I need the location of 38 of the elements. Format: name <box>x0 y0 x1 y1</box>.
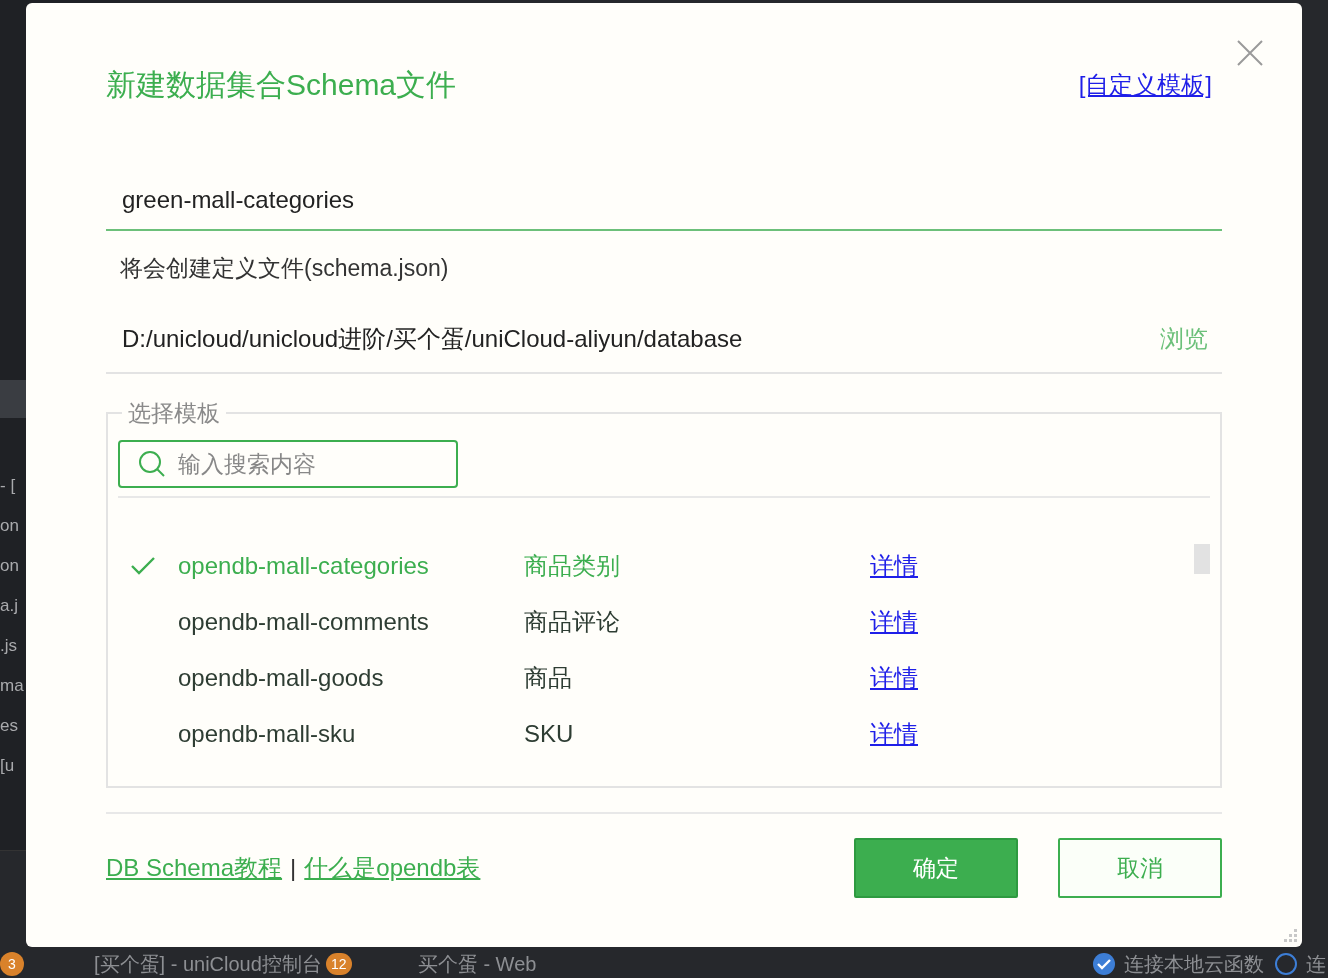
option-label: 连 <box>1306 951 1326 977</box>
template-name[interactable]: opendb-mall-sku <box>178 720 524 748</box>
template-description: SKU <box>524 720 575 748</box>
radio-button[interactable] <box>1274 952 1298 976</box>
details-link[interactable]: 详情 <box>870 718 918 750</box>
count-badge: 12 <box>325 953 352 975</box>
search-icon <box>138 450 166 478</box>
template-name[interactable]: opendb-mall-goods <box>178 664 524 692</box>
template-description: 商品评论 <box>524 607 621 637</box>
file-entry[interactable]: a.j <box>0 586 18 626</box>
name-input-field[interactable]: green-mall-categories <box>106 171 1222 231</box>
dialog-title: 新建数据集合Schema文件 <box>106 66 457 103</box>
file-entry[interactable]: on <box>0 506 19 546</box>
option-label: 连接本地云函数 <box>1124 951 1264 977</box>
search-field[interactable]: 输入搜索内容 <box>118 440 458 488</box>
details-link[interactable]: 详情 <box>870 550 918 582</box>
file-entry[interactable]: ma <box>0 666 24 706</box>
scrollbar-thumb[interactable] <box>1194 544 1210 574</box>
template-description: 商品 <box>524 663 573 693</box>
file-entry[interactable]: .js <box>0 626 17 666</box>
template-name[interactable]: opendb-mall-comments <box>178 608 524 636</box>
resize-grip-icon <box>1284 929 1298 943</box>
close-icon <box>1236 39 1264 67</box>
custom-template-link[interactable]: [自定义模板] <box>1078 69 1212 101</box>
file-entry[interactable]: [u <box>0 746 15 786</box>
file-entry[interactable]: - [ <box>0 466 16 506</box>
info-text: 将会创建定义文件(schema.json) <box>119 254 450 283</box>
path-text: D:/unicloud/unicloud进阶/买个蛋/uniCloud-aliyun/database <box>122 324 743 354</box>
link-separator: | <box>290 854 297 882</box>
checkbox[interactable] <box>1092 952 1116 976</box>
console-tab[interactable]: 买个蛋 - Web <box>417 950 537 978</box>
count-badge: 3 <box>0 952 24 976</box>
details-link[interactable]: 详情 <box>870 662 918 694</box>
console-tab[interactable]: [买个蛋] - uniCloud控制台 <box>94 950 322 978</box>
file-entry[interactable]: on <box>0 546 19 586</box>
details-link[interactable]: 详情 <box>870 606 918 638</box>
template-description: 商品类别 <box>524 551 621 581</box>
file-entry[interactable]: es <box>0 706 18 746</box>
